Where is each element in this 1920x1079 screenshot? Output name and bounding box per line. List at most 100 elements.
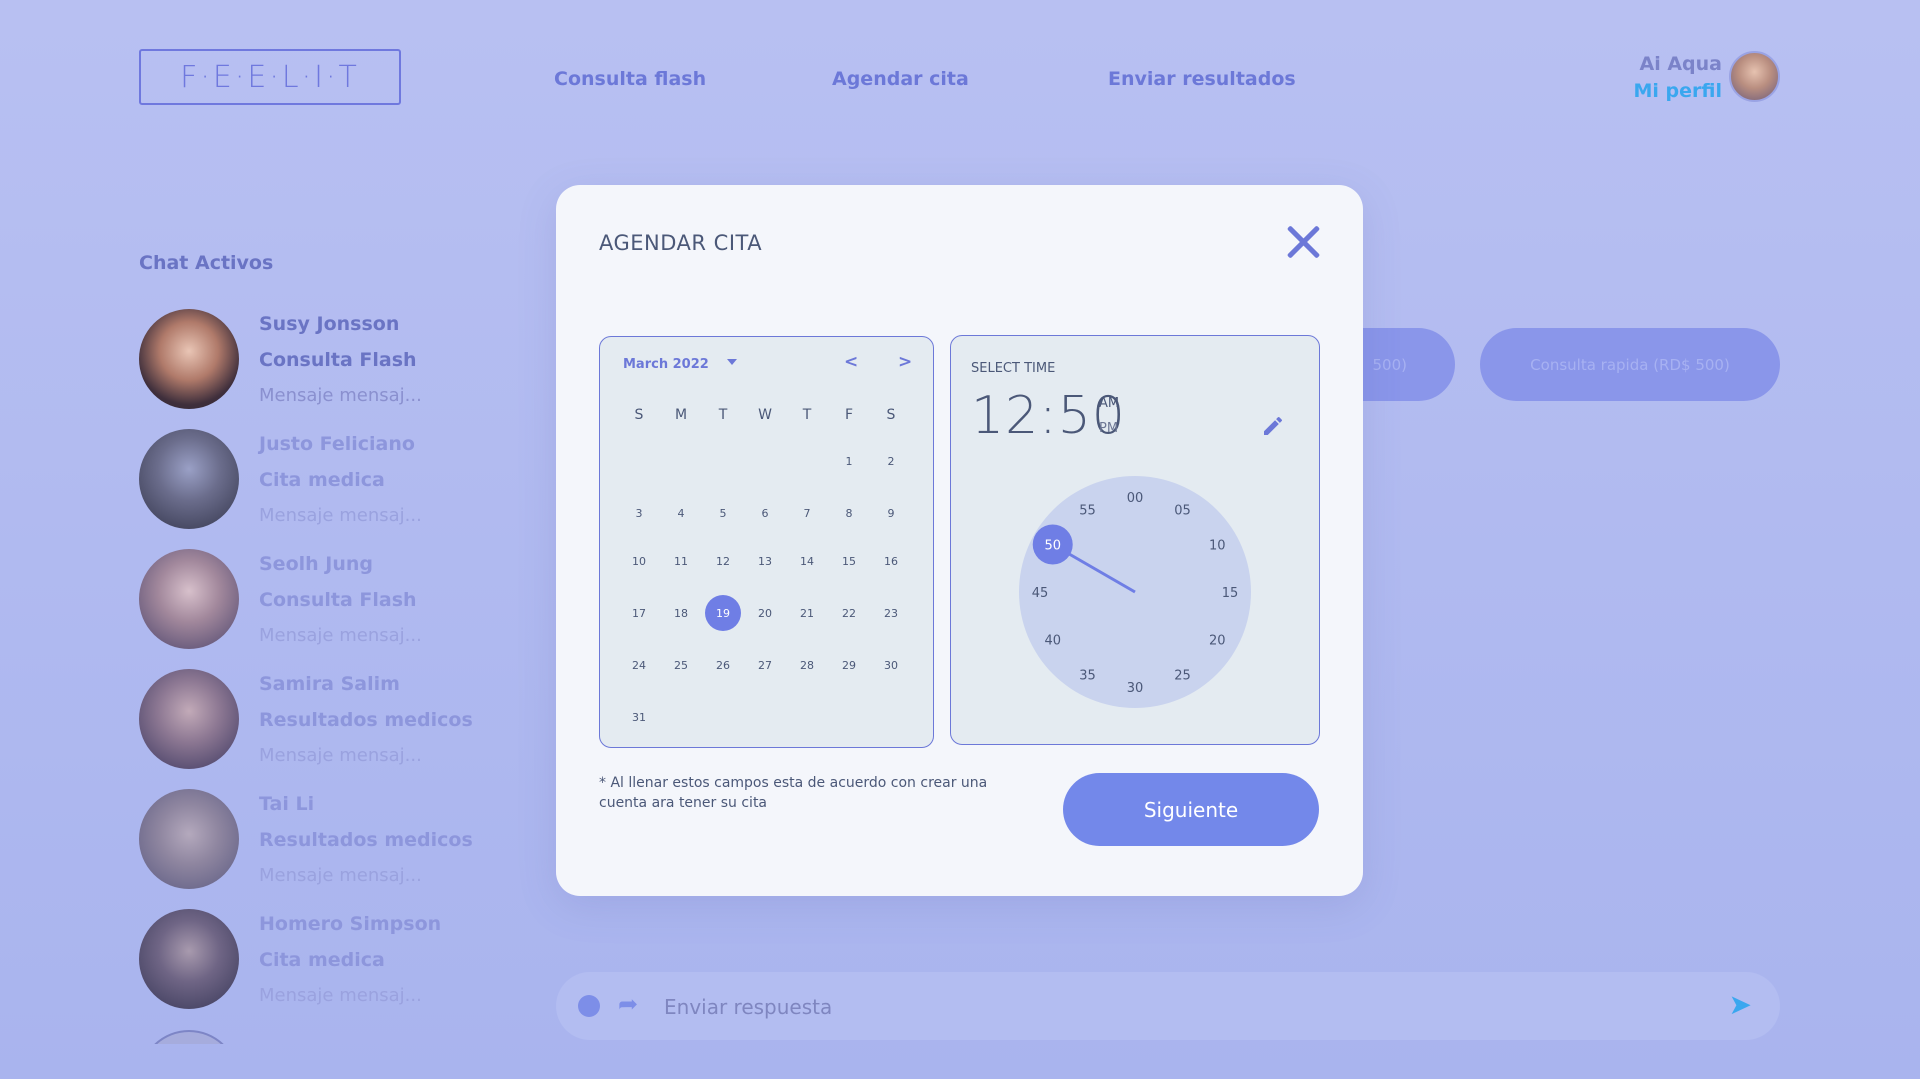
chat-list-item[interactable]: Susy Jonsson Consulta Flash Mensaje mens… <box>139 309 479 409</box>
chat-preview: Mensaje mensaj... <box>259 625 422 646</box>
selected-time: 12:50 <box>971 386 1126 446</box>
clock-minute-label[interactable]: 30 <box>1127 681 1144 696</box>
calendar-day[interactable]: 9 <box>873 495 909 531</box>
calendar-day-selected[interactable]: 19 <box>705 595 741 631</box>
chat-list-item[interactable]: Samira Salim Resultados medicos Mensaje … <box>139 669 479 769</box>
chat-list-item-partial <box>139 1030 239 1044</box>
calendar-day[interactable]: 28 <box>789 647 825 683</box>
clock-minute-label[interactable]: 15 <box>1222 586 1239 601</box>
avatar <box>139 909 239 1009</box>
chat-preview: Mensaje mensaj... <box>259 745 422 766</box>
clock-minute-label[interactable]: 10 <box>1209 539 1226 554</box>
calendar-day[interactable]: 6 <box>747 495 783 531</box>
calendar-day[interactable]: 8 <box>831 495 867 531</box>
chat-type: Resultados medicos <box>259 829 473 851</box>
chat-type: Resultados medicos <box>259 709 473 731</box>
weekday-header: T <box>802 407 812 423</box>
calendar-day[interactable]: 21 <box>789 595 825 631</box>
emoji-icon[interactable] <box>578 995 600 1017</box>
chat-contact-name: Seolh Jung <box>259 553 373 575</box>
chat-preview: Mensaje mensaj... <box>259 865 422 886</box>
calendar-day[interactable]: 14 <box>789 543 825 579</box>
profile-link[interactable]: Mi perfil <box>1634 80 1723 102</box>
user-name: Ai Aqua <box>1639 53 1723 75</box>
close-icon[interactable] <box>1283 221 1323 261</box>
clock-minute-label[interactable]: 35 <box>1079 668 1096 683</box>
clock-minute-label[interactable]: 55 <box>1079 504 1096 519</box>
calendar-day[interactable]: 30 <box>873 647 909 683</box>
chat-contact-name: Samira Salim <box>259 673 400 695</box>
terms-note: * Al llenar estos campos esta de acuerdo… <box>599 775 988 811</box>
calendar-day[interactable]: 13 <box>747 543 783 579</box>
month-selector[interactable]: March 2022 <box>623 357 709 372</box>
clock-minute-label[interactable]: 05 <box>1174 504 1191 519</box>
chat-list-item[interactable]: Tai Li Resultados medicos Mensaje mensaj… <box>139 789 479 889</box>
clock-minute-label[interactable]: 45 <box>1032 586 1049 601</box>
next-button[interactable]: Siguiente <box>1063 773 1319 846</box>
clock-dial[interactable]: 00 05 10 15 20 25 30 35 40 45 50 55 <box>1019 476 1251 708</box>
send-icon[interactable]: ➤ <box>1729 988 1752 1021</box>
calendar-day[interactable]: 20 <box>747 595 783 631</box>
calendar-day[interactable]: 26 <box>705 647 741 683</box>
calendar-day[interactable]: 15 <box>831 543 867 579</box>
calendar-day[interactable]: 29 <box>831 647 867 683</box>
calendar-day[interactable]: 5 <box>705 495 741 531</box>
edit-icon[interactable] <box>1261 414 1285 438</box>
calendar-day[interactable]: 25 <box>663 647 699 683</box>
weekday-header: S <box>634 407 644 423</box>
clock-minute-label[interactable]: 20 <box>1209 634 1226 649</box>
calendar-day[interactable]: 31 <box>621 699 657 735</box>
calendar-day[interactable]: 11 <box>663 543 699 579</box>
calendar-day[interactable]: 2 <box>873 443 909 479</box>
chat-preview: Mensaje mensaj... <box>259 985 422 1006</box>
calendar-day[interactable]: 16 <box>873 543 909 579</box>
app-logo[interactable]: F·E·E·L·I·T <box>139 49 401 105</box>
chat-list-item[interactable]: Justo Feliciano Cita medica Mensaje mens… <box>139 429 479 529</box>
chat-type: Consulta Flash <box>259 349 417 371</box>
weekday-header: M <box>674 407 688 423</box>
chevron-left-icon[interactable]: < <box>844 352 858 372</box>
calendar-day[interactable]: 1 <box>831 443 867 479</box>
reply-input[interactable]: Enviar respuesta <box>664 995 832 1019</box>
clock-minute-label[interactable]: 00 <box>1127 491 1144 506</box>
clock-minute-label[interactable]: 25 <box>1174 668 1191 683</box>
calendar-day[interactable]: 7 <box>789 495 825 531</box>
clock-minute-label[interactable]: 40 <box>1044 634 1061 649</box>
nav-consulta-flash[interactable]: Consulta flash <box>554 68 706 90</box>
calendar-day[interactable]: 4 <box>663 495 699 531</box>
avatar <box>139 669 239 769</box>
calendar-day[interactable]: 24 <box>621 647 657 683</box>
avatar <box>139 549 239 649</box>
calendar-day[interactable]: 10 <box>621 543 657 579</box>
avatar <box>139 429 239 529</box>
calendar-day[interactable]: 12 <box>705 543 741 579</box>
calendar-day[interactable]: 3 <box>621 495 657 531</box>
chat-list-item[interactable]: Seolh Jung Consulta Flash Mensaje mensaj… <box>139 549 479 649</box>
chat-contact-name: Susy Jonsson <box>259 313 400 335</box>
share-icon[interactable]: ➦ <box>618 990 638 1018</box>
chat-list-item[interactable]: Homero Simpson Cita medica Mensaje mensa… <box>139 909 479 1009</box>
schedule-modal: AGENDAR CITA March 2022 < > SMTWTFS12345… <box>556 185 1363 896</box>
chevron-down-icon[interactable] <box>727 359 737 365</box>
nav-agendar-cita[interactable]: Agendar cita <box>832 68 969 90</box>
am-toggle[interactable]: AM <box>1099 396 1119 411</box>
weekday-header: S <box>886 407 896 423</box>
chat-contact-name: Justo Feliciano <box>259 433 415 455</box>
chevron-right-icon[interactable]: > <box>898 352 912 372</box>
calendar-day[interactable]: 17 <box>621 595 657 631</box>
clock-minute-label[interactable]: 50 <box>1044 539 1061 554</box>
calendar-day[interactable]: 18 <box>663 595 699 631</box>
chat-type: Consulta Flash <box>259 589 417 611</box>
pill-consulta-rapida[interactable]: Consulta rapida (RD$ 500) <box>1480 328 1780 401</box>
calendar-day[interactable]: 23 <box>873 595 909 631</box>
user-avatar[interactable] <box>1729 51 1780 102</box>
pm-toggle[interactable]: PM <box>1099 421 1118 436</box>
nav-enviar-resultados[interactable]: Enviar resultados <box>1108 68 1296 90</box>
weekday-header: W <box>758 407 772 423</box>
chat-list-title: Chat Activos <box>139 252 274 274</box>
chat-preview: Mensaje mensaj... <box>259 385 422 406</box>
calendar-day[interactable]: 22 <box>831 595 867 631</box>
time-picker: SELECT TIME 12:50 AM PM 00 05 10 15 20 25 30 35… <box>950 335 1320 745</box>
avatar <box>139 309 239 409</box>
calendar-day[interactable]: 27 <box>747 647 783 683</box>
